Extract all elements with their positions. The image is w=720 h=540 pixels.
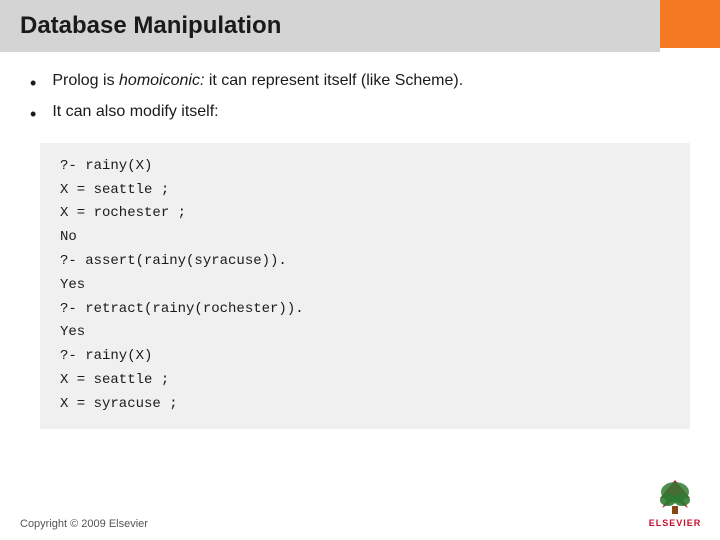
copyright-text: Copyright © 2009 Elsevier	[20, 518, 148, 530]
code-line-4: No	[60, 226, 670, 250]
code-line-8: Yes	[60, 321, 670, 345]
elsevier-logo: ELSEVIER	[640, 475, 710, 530]
bullet-list: Prolog is homoiconic: it can represent i…	[30, 72, 690, 127]
code-line-7: ?- retract(rainy(rochester)).	[60, 298, 670, 322]
code-line-5: ?- assert(rainy(syracuse)).	[60, 250, 670, 274]
code-line-11: X = syracuse ;	[60, 393, 670, 417]
bullet-item-1: Prolog is homoiconic: it can represent i…	[30, 72, 690, 95]
code-line-9: ?- rainy(X)	[60, 345, 670, 369]
code-line-10: X = seattle ;	[60, 369, 670, 393]
bullet-item-2: It can also modify itself:	[30, 103, 690, 126]
slide: Database Manipulation Prolog is homoicon…	[0, 0, 720, 540]
code-block: ?- rainy(X) X = seattle ; X = rochester …	[40, 143, 690, 429]
bullet-text-2: It can also modify itself:	[52, 103, 218, 121]
elsevier-label: ELSEVIER	[649, 518, 702, 528]
slide-title: Database Manipulation	[20, 12, 640, 40]
code-line-1: ?- rainy(X)	[60, 155, 670, 179]
code-line-2: X = seattle ;	[60, 179, 670, 203]
code-line-6: Yes	[60, 274, 670, 298]
code-line-3: X = rochester ;	[60, 202, 670, 226]
elsevier-tree-icon	[650, 478, 700, 516]
footer: Copyright © 2009 Elsevier	[20, 518, 148, 530]
italic-text: homoiconic:	[119, 72, 204, 89]
bullet-text-1: Prolog is homoiconic: it can represent i…	[52, 72, 463, 90]
content-area: Prolog is homoiconic: it can represent i…	[0, 52, 720, 439]
title-bar: Database Manipulation	[0, 0, 660, 52]
accent-block	[660, 0, 720, 48]
